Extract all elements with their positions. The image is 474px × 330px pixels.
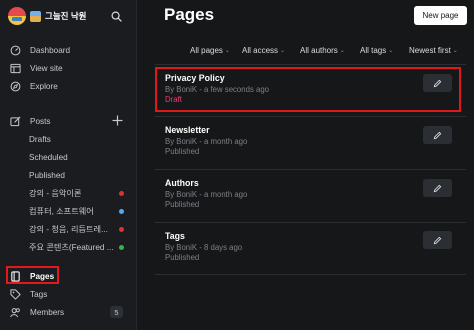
row-divider xyxy=(155,169,466,170)
sidebar: 그늘진 낙원 Dashboard View site Explore Posts… xyxy=(0,0,137,330)
filter-authors-dropdown[interactable]: All authors ⌄ xyxy=(300,44,345,56)
edit-page-button[interactable] xyxy=(423,126,452,144)
nav-tags-label: Tags xyxy=(30,289,48,299)
plus-icon xyxy=(112,115,123,126)
site-name: 그늘진 낙원 xyxy=(45,11,87,21)
posts-tag-ear-training[interactable]: 강의 - 청음, 리듬트레... xyxy=(29,222,124,236)
site-brand[interactable]: 그늘진 낙원 xyxy=(8,7,86,25)
view-site-icon xyxy=(10,63,21,73)
page-row-status: Published xyxy=(165,200,200,209)
posts-tag-computer-software[interactable]: 컴퓨터, 소프트웨어 xyxy=(29,204,124,218)
members-count-badge: 5 xyxy=(110,306,123,318)
nav-dashboard[interactable]: Dashboard xyxy=(10,42,70,58)
nav-members[interactable]: Members xyxy=(10,304,64,320)
search-button[interactable] xyxy=(109,9,123,23)
tag-color-dot xyxy=(119,190,124,196)
row-divider xyxy=(155,274,466,275)
beach-emoji-icon xyxy=(30,10,41,22)
site-logo-icon xyxy=(8,7,26,25)
row-divider xyxy=(155,64,466,65)
chevron-down-icon: ⌄ xyxy=(280,47,286,54)
page-row-meta: By BoniK - 8 days ago xyxy=(165,243,243,252)
filter-label: All pages xyxy=(190,45,223,55)
page-row-meta: By BoniK - a month ago xyxy=(165,137,248,146)
filter-label: All tags xyxy=(360,45,387,55)
tag-color-dot xyxy=(119,208,124,214)
filter-tags-dropdown[interactable]: All tags ⌄ xyxy=(360,44,393,56)
posts-tag-label: 강의 - 청음, 리듬트레... xyxy=(29,225,108,234)
pencil-icon xyxy=(433,131,442,139)
chevron-down-icon: ⌄ xyxy=(452,47,458,54)
posts-tag-featured[interactable]: 주요 콘텐츠(Featured ... xyxy=(29,240,124,254)
nav-view-site[interactable]: View site xyxy=(10,60,63,76)
edit-page-button[interactable] xyxy=(423,231,452,249)
posts-filter-label: Drafts xyxy=(29,134,51,144)
page-row-title: Authors xyxy=(165,178,199,188)
chevron-down-icon: ⌄ xyxy=(224,47,230,54)
page-row-authors[interactable]: Authors By BoniK - a month ago Published xyxy=(165,178,247,209)
filter-label: All access xyxy=(242,45,279,55)
posts-filter-scheduled[interactable]: Scheduled xyxy=(29,150,124,164)
chevron-down-icon: ⌄ xyxy=(388,47,394,54)
nav-dashboard-label: Dashboard xyxy=(30,45,71,55)
explore-icon xyxy=(10,81,21,91)
page-row-title: Tags xyxy=(165,231,185,241)
page-row-title: Newsletter xyxy=(165,125,210,135)
dashboard-icon xyxy=(10,45,21,55)
page-row-status: Published xyxy=(165,253,200,262)
pencil-icon xyxy=(433,184,442,192)
page-row-status: Published xyxy=(165,147,200,156)
new-post-button[interactable] xyxy=(112,115,123,126)
privacy-policy-highlight-box xyxy=(155,67,461,112)
posts-tag-label: 강의 - 음악이론 xyxy=(29,189,82,198)
posts-tag-label: 컴퓨터, 소프트웨어 xyxy=(29,207,94,216)
nav-tags[interactable]: Tags xyxy=(10,286,47,302)
page-row-newsletter[interactable]: Newsletter By BoniK - a month ago Publis… xyxy=(165,125,247,156)
row-divider xyxy=(155,222,466,223)
page-title: Pages xyxy=(164,5,215,24)
nav-members-label: Members xyxy=(30,307,65,317)
posts-filter-label: Published xyxy=(29,170,65,180)
page-row-tags[interactable]: Tags By BoniK - 8 days ago Published xyxy=(165,231,242,262)
tag-color-dot xyxy=(119,226,124,232)
posts-tag-label: 주요 콘텐츠(Featured ... xyxy=(29,243,113,252)
nav-view-site-label: View site xyxy=(30,63,63,73)
nav-posts[interactable]: Posts xyxy=(10,113,50,129)
filter-type-dropdown[interactable]: All pages ⌄ xyxy=(190,44,230,56)
posts-icon xyxy=(10,116,21,126)
page-row-meta: By BoniK - a month ago xyxy=(165,190,248,199)
filter-label: All authors xyxy=(300,45,338,55)
filter-label: Newest first xyxy=(409,45,451,55)
edit-page-button[interactable] xyxy=(423,179,452,197)
new-page-button[interactable]: New page xyxy=(414,6,467,25)
nav-explore-label: Explore xyxy=(30,81,58,91)
tag-icon xyxy=(10,288,21,300)
posts-tag-music-theory[interactable]: 강의 - 음악이론 xyxy=(29,186,124,200)
posts-filter-label: Scheduled xyxy=(29,152,68,162)
pencil-icon xyxy=(433,236,442,244)
posts-filter-published[interactable]: Published xyxy=(29,168,124,182)
nav-explore[interactable]: Explore xyxy=(10,78,58,94)
filter-sort-dropdown[interactable]: Newest first ⌄ xyxy=(409,44,458,56)
row-divider xyxy=(155,116,466,117)
pages-highlight-box xyxy=(6,266,59,284)
nav-posts-label: Posts xyxy=(30,116,51,126)
posts-filter-drafts[interactable]: Drafts xyxy=(29,132,124,146)
tag-color-dot xyxy=(119,244,124,250)
chevron-down-icon: ⌄ xyxy=(339,47,345,54)
filter-access-dropdown[interactable]: All access ⌄ xyxy=(242,44,285,56)
search-icon xyxy=(111,11,122,22)
members-icon xyxy=(10,307,20,317)
